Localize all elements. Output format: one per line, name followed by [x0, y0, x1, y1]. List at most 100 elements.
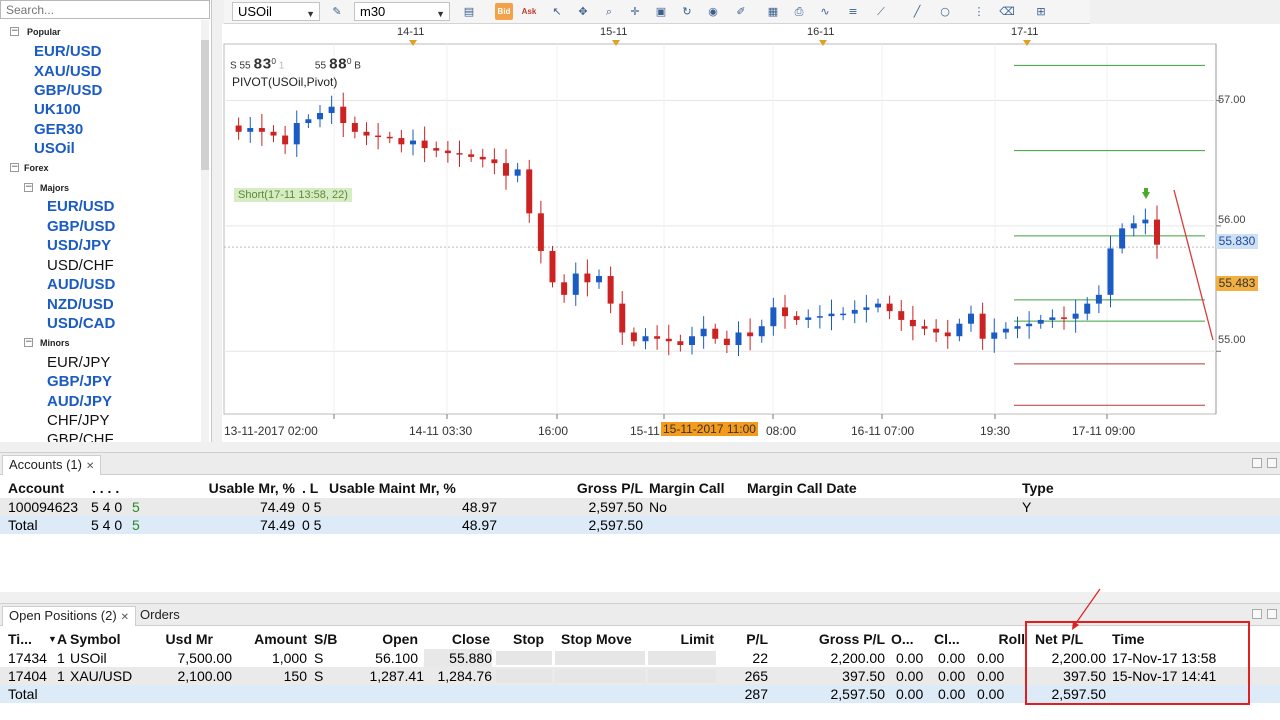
trend-line-icon[interactable]: ╱ — [908, 3, 926, 20]
layout-icon[interactable]: ⊞ — [1032, 3, 1050, 20]
limit-cell[interactable] — [648, 669, 716, 683]
tree-item-major[interactable]: USD/CHF — [0, 256, 200, 276]
tree-scrollbar[interactable] — [201, 20, 209, 442]
timeframe-select[interactable]: m30 ▼ — [354, 2, 450, 21]
price-chart[interactable]: 14-11 15-11 16-11 17-11 S 55 830 1 55 88… — [222, 24, 1280, 442]
stop-move-cell[interactable] — [555, 669, 645, 683]
close-price-value[interactable]: 55.880 — [424, 649, 492, 667]
globe-icon[interactable]: ◉ — [704, 3, 722, 20]
tab-accounts[interactable]: Accounts (1) ✕ — [2, 455, 102, 475]
tree-item-minor[interactable]: AUD/JPY — [0, 392, 200, 412]
column-header[interactable]: Usd Mr — [150, 630, 213, 648]
restore-icon[interactable] — [1252, 458, 1262, 468]
draw-tool-icon[interactable]: ⟋ — [872, 3, 890, 20]
column-header[interactable]: Gross P/L — [780, 630, 885, 648]
tree-item-major[interactable]: AUD/USD — [0, 275, 200, 295]
tree-item-minor[interactable]: GBP/CHF — [0, 430, 200, 442]
column-header[interactable]: Amount — [230, 630, 307, 648]
tree-item-popular[interactable]: USOil — [0, 139, 200, 159]
collapse-icon[interactable]: − — [24, 183, 33, 192]
column-header[interactable]: O... — [891, 630, 927, 648]
tree-item-minor[interactable]: CHF/JPY — [0, 411, 200, 431]
lines-icon[interactable]: ≡ — [844, 3, 862, 20]
tab-orders[interactable]: Orders — [134, 606, 186, 626]
column-header[interactable]: S/B — [314, 630, 350, 648]
column-header[interactable]: P/L — [720, 630, 768, 648]
shape-icon[interactable]: ○ — [936, 3, 954, 20]
column-header[interactable]: A — [57, 630, 69, 648]
tree-group-popular[interactable]: − Popular — [0, 22, 200, 42]
column-header[interactable]: Stop Move — [561, 630, 651, 648]
print-icon[interactable]: ⎙ — [790, 3, 808, 20]
column-header[interactable]: . L — [302, 479, 322, 497]
close-icon[interactable]: ✕ — [121, 612, 129, 623]
collapse-icon[interactable]: − — [10, 27, 19, 36]
table-row[interactable]: 100094623 5 4 0 5 74.49 0 5 48.97 2,597.… — [0, 498, 1280, 516]
tree-group-forex[interactable]: − Forex — [0, 158, 200, 178]
column-header[interactable]: . . . . — [92, 479, 140, 497]
cursor-icon[interactable]: ↖ — [548, 3, 566, 20]
column-header[interactable]: Limit — [650, 630, 714, 648]
close-price-value[interactable]: 1,284.76 — [424, 667, 493, 685]
pencil-icon[interactable]: ✐ — [732, 3, 750, 20]
stop-cell[interactable] — [496, 651, 552, 665]
chart-canvas[interactable] — [222, 24, 1280, 442]
bid-button[interactable]: Bid — [495, 3, 513, 20]
stop-cell[interactable] — [496, 669, 552, 683]
ask-button[interactable]: Ask — [520, 3, 538, 20]
collapse-icon[interactable]: − — [24, 338, 33, 347]
eraser-icon[interactable]: ⌫ — [998, 3, 1016, 20]
maximize-icon[interactable] — [1267, 609, 1277, 619]
column-header[interactable]: Stop — [513, 630, 553, 648]
stop-move-cell[interactable] — [555, 651, 645, 665]
restore-icon[interactable] — [1252, 609, 1262, 619]
tree-item-popular[interactable]: GER30 — [0, 120, 200, 140]
position-marker-label[interactable]: Short(17-11 13:58, 22) — [234, 188, 352, 202]
column-header[interactable]: Usable Maint Mr, % — [329, 479, 529, 497]
column-header[interactable]: Cl... — [934, 630, 968, 648]
maximize-icon[interactable] — [1267, 458, 1277, 468]
tree-item-minor[interactable]: EUR/JPY — [0, 353, 200, 373]
chart-type-icon[interactable]: ✎ — [328, 3, 346, 20]
tab-open-positions[interactable]: Open Positions (2) ✕ — [2, 606, 137, 626]
column-header[interactable]: Margin Call Date — [747, 479, 947, 497]
indicator-icon[interactable]: ∿ — [816, 3, 834, 20]
tree-item-major[interactable]: NZD/USD — [0, 295, 200, 315]
scrollbar-thumb[interactable] — [201, 40, 209, 170]
tree-item-major[interactable]: USD/JPY — [0, 236, 200, 256]
tree-item-major[interactable]: USD/CAD — [0, 314, 200, 334]
tree-item-popular[interactable]: UK100 — [0, 100, 200, 120]
search-input[interactable] — [0, 0, 210, 19]
column-header[interactable]: Account — [8, 479, 88, 497]
indicator-label[interactable]: PIVOT(USOil,Pivot) — [232, 75, 337, 89]
tree-group-majors[interactable]: − Majors — [0, 178, 200, 198]
column-header[interactable]: Usable Mr, % — [150, 479, 295, 497]
tree-item-major[interactable]: GBP/USD — [0, 217, 200, 237]
column-header[interactable]: Margin Call — [649, 479, 744, 497]
refresh-icon[interactable]: ↻ — [678, 3, 696, 20]
bar-chart-icon[interactable]: ▤ — [460, 3, 478, 20]
tree-item-popular[interactable]: EUR/USD — [0, 42, 200, 62]
tree-item-popular[interactable]: XAU/USD — [0, 62, 200, 82]
pan-icon[interactable]: ✥ — [574, 3, 592, 20]
column-header[interactable]: Close — [424, 630, 490, 648]
instrument-select[interactable]: USOil ▼ — [232, 2, 320, 21]
template-icon[interactable]: ▣ — [652, 3, 670, 20]
column-header[interactable]: Ti... — [8, 630, 48, 648]
zoom-icon[interactable]: ⌕ — [600, 3, 618, 20]
crosshair-icon[interactable]: ✛ — [626, 3, 644, 20]
tree-item-minor[interactable]: GBP/JPY — [0, 372, 200, 392]
limit-cell[interactable] — [648, 651, 716, 665]
column-header[interactable]: Type — [1022, 479, 1082, 497]
column-header[interactable]: Gross P/L — [530, 479, 643, 497]
tree-item-major[interactable]: EUR/USD — [0, 197, 200, 217]
tree-group-minors[interactable]: − Minors — [0, 333, 200, 353]
tree-item-popular[interactable]: GBP/USD — [0, 81, 200, 101]
column-header[interactable]: Roll — [975, 630, 1025, 648]
image-icon[interactable]: ▦ — [764, 3, 782, 20]
close-icon[interactable]: ✕ — [86, 461, 94, 472]
fibonacci-icon[interactable]: ⋮ — [970, 3, 988, 20]
column-header[interactable]: Open — [350, 630, 418, 648]
collapse-icon[interactable]: − — [10, 163, 19, 172]
column-header[interactable]: Symbol — [70, 630, 150, 648]
